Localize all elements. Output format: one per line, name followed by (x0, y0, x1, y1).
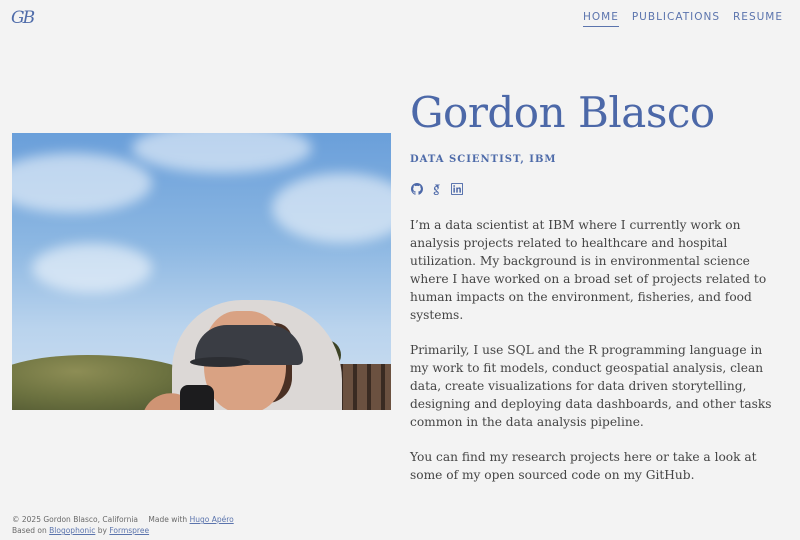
hugo-apero-link[interactable]: Hugo Apéro (190, 515, 234, 524)
profile-bio: I’m a data scientist at IBM where I curr… (410, 216, 780, 501)
linkedin-icon[interactable] (451, 183, 463, 195)
bio-paragraph: I’m a data scientist at IBM where I curr… (410, 218, 767, 322)
google-scholar-icon[interactable] (431, 183, 443, 195)
nav-home[interactable]: HOME (582, 11, 619, 27)
social-links (411, 183, 463, 195)
github-icon[interactable] (411, 183, 423, 195)
main-nav: HOME PUBLICATIONS RESUME (582, 11, 783, 27)
profile-photo (12, 133, 391, 410)
site-footer: © 2025 Gordon Blasco, California Made wi… (12, 514, 234, 536)
nav-publications[interactable]: PUBLICATIONS (632, 11, 720, 27)
footer-based-on: Based on (12, 526, 47, 535)
bio-paragraph: You can find my research projects here o… (410, 450, 757, 482)
profile-name: Gordon Blasco (410, 88, 715, 137)
nav-resume[interactable]: RESUME (733, 11, 783, 27)
profile-role: DATA SCIENTIST, IBM (410, 154, 557, 165)
footer-made-with: Made with (148, 515, 188, 524)
footer-copyright: © 2025 Gordon Blasco, California (12, 515, 139, 524)
bio-paragraph: Primarily, I use SQL and the R programmi… (410, 343, 772, 429)
formspree-link[interactable]: Formspree (109, 526, 149, 535)
footer-by: by (97, 526, 107, 535)
site-logo[interactable]: GB (11, 8, 35, 28)
blogophonic-link[interactable]: Blogophonic (49, 526, 95, 535)
